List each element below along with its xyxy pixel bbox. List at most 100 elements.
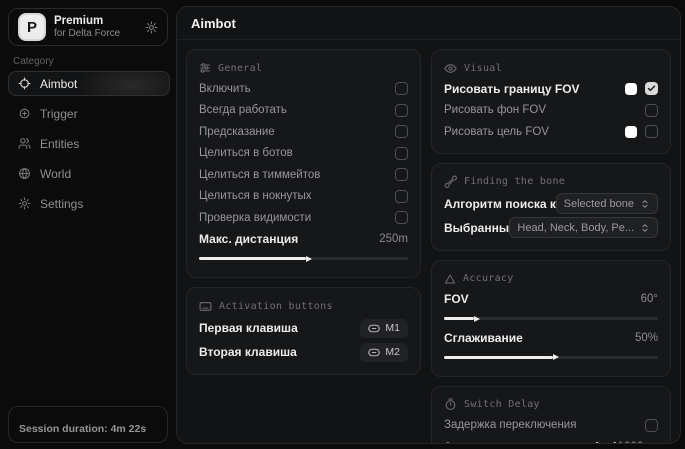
slider-fill — [444, 356, 553, 359]
app-subtitle: for Delta Force — [54, 28, 120, 41]
checkbox[interactable] — [395, 125, 408, 138]
left-column: General Включить Всегда работать Предска… — [186, 49, 421, 375]
slider-label-row: Сглаживание 50% — [444, 327, 658, 349]
sidebar-item-trigger[interactable]: Trigger — [8, 101, 170, 126]
page-header: Aimbot — [177, 7, 680, 40]
sidebar-item-entities[interactable]: Entities — [8, 131, 170, 156]
bone-icon — [444, 175, 457, 188]
chevrons-up-down-icon — [640, 223, 650, 233]
keybind-value: M2 — [385, 346, 400, 358]
toggle-label: Всегда работать — [199, 104, 287, 116]
app-brand-card: P Premium for Delta Force — [8, 8, 168, 46]
sidebar: P Premium for Delta Force Category Aimbo… — [0, 0, 176, 449]
checkbox[interactable] — [395, 190, 408, 203]
visual-label: Рисовать границу FOV — [444, 82, 580, 96]
mouse-icon — [368, 324, 380, 333]
bone-row: Алгоритм поиска кост Selected bone — [444, 192, 658, 216]
color-swatch[interactable] — [625, 83, 637, 95]
toggle-label: Задержка переключения — [444, 419, 576, 431]
toggle-label: Целиться в нокнутых — [199, 190, 312, 202]
visual-label: Рисовать цель FOV — [444, 126, 549, 138]
section-title: General — [218, 63, 262, 74]
sidebar-item-aimbot[interactable]: Aimbot — [8, 71, 170, 96]
general-card: General Включить Всегда работать Предска… — [186, 49, 421, 278]
toggle-row: Целиться в ботов — [199, 143, 408, 165]
slider-label-row: FOV 60° — [444, 289, 658, 311]
toggle-label: Целиться в тиммейтов — [199, 169, 320, 181]
mouse-icon — [368, 348, 380, 357]
content: General Включить Всегда работать Предска… — [177, 40, 680, 444]
slider-value: 50% — [635, 332, 658, 344]
keyboard-icon — [199, 300, 212, 313]
session-duration-text: Session duration: 4m 22s — [19, 423, 146, 435]
visual-section-header: Visual — [444, 58, 658, 78]
slider-fill — [199, 257, 306, 260]
checkbox[interactable] — [395, 104, 408, 117]
checkbox[interactable] — [645, 419, 658, 432]
sidebar-nav: Aimbot Trigger Entities World Settings — [8, 71, 170, 216]
selected-bones-select[interactable]: Head, Neck, Body, Pe... — [509, 217, 658, 238]
toggle-label: Целиться в ботов — [199, 147, 293, 159]
crosshair-icon — [18, 77, 31, 90]
checkbox[interactable] — [645, 104, 658, 117]
keybind-value: M1 — [385, 322, 400, 334]
delta-icon — [444, 273, 456, 285]
checkbox[interactable] — [395, 147, 408, 160]
toggle-label: Предсказание — [199, 126, 275, 138]
section-title: Visual — [464, 63, 502, 74]
checkbox[interactable] — [395, 211, 408, 224]
accuracy-section-header: Accuracy — [444, 269, 658, 289]
slider-label: FOV — [444, 292, 469, 306]
session-duration-card: Session duration: 4m 22s — [8, 406, 168, 443]
bone-algorithm-select[interactable]: Selected bone — [556, 193, 658, 214]
smoothing-slider[interactable] — [444, 356, 658, 359]
select-value: Selected bone — [564, 198, 634, 210]
toggle-row: Всегда работать — [199, 100, 408, 122]
visual-row: Рисовать фон FOV — [444, 100, 658, 122]
sidebar-item-label: Settings — [40, 197, 83, 211]
app-name: Premium — [54, 14, 120, 28]
app-titles: Premium for Delta Force — [54, 14, 120, 41]
brand-gear-icon[interactable] — [145, 21, 158, 34]
main-panel: Aimbot General Включить Всег — [176, 6, 681, 444]
toggle-row: Проверка видимости — [199, 207, 408, 229]
right-column: Visual Рисовать границу FOV Рисовать фон… — [431, 49, 671, 444]
page-title: Aimbot — [191, 16, 236, 31]
checkbox[interactable] — [645, 125, 658, 138]
activation-card: Activation buttons Первая клавиша M1 Вто… — [186, 287, 421, 375]
slider-label: Макс. дистанция — [199, 232, 298, 246]
slider-value: 1000 ms — [618, 441, 662, 444]
slider-label: Сглаживание — [444, 331, 523, 345]
toggle-row: Предсказание — [199, 121, 408, 143]
keybind-button[interactable]: M2 — [360, 343, 408, 362]
slider-label-row: Задержка переключения (мс) 1000 ms — [444, 436, 658, 444]
max-distance-slider[interactable] — [199, 257, 408, 260]
bone-section-header: Finding the bone — [444, 172, 658, 192]
checkbox[interactable] — [395, 168, 408, 181]
checkbox[interactable] — [395, 82, 408, 95]
toggle-row: Задержка переключения — [444, 415, 658, 437]
keybind-label: Вторая клавиша — [199, 345, 297, 359]
fov-slider[interactable] — [444, 317, 658, 320]
keybind-row: Первая клавиша M1 — [199, 316, 408, 340]
select-value: Head, Neck, Body, Pe... — [517, 222, 634, 234]
chevrons-up-down-icon — [640, 199, 650, 209]
keybind-row: Вторая клавиша M2 — [199, 340, 408, 364]
sidebar-item-label: Aimbot — [40, 77, 77, 91]
visual-row: Рисовать цель FOV — [444, 121, 658, 143]
checkbox[interactable] — [645, 82, 658, 95]
sidebar-item-label: Trigger — [40, 107, 78, 121]
switch-delay-section-header: Switch Delay — [444, 395, 658, 415]
app-logo: P — [18, 13, 46, 41]
visual-label: Рисовать фон FOV — [444, 104, 546, 116]
color-swatch[interactable] — [625, 126, 637, 138]
section-title: Accuracy — [463, 273, 514, 284]
keybind-button[interactable]: M1 — [360, 319, 408, 338]
slider-label: Задержка переключения (мс) — [444, 440, 618, 444]
toggle-row: Целиться в нокнутых — [199, 186, 408, 208]
sidebar-item-world[interactable]: World — [8, 161, 170, 186]
sidebar-item-settings[interactable]: Settings — [8, 191, 170, 216]
sidebar-item-label: World — [40, 167, 71, 181]
eye-icon — [444, 62, 457, 75]
bone-row: Выбранные кос Head, Neck, Body, Pe... — [444, 216, 658, 240]
